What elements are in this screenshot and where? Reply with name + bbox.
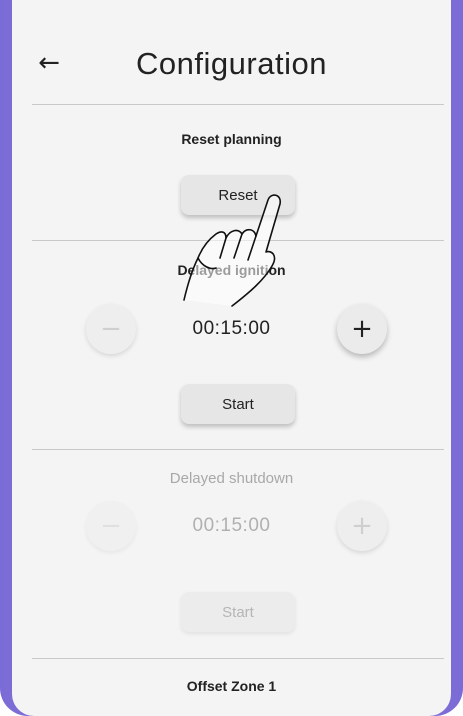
reset-planning-title: Reset planning: [181, 131, 282, 147]
divider: [32, 449, 444, 450]
page-title: Configuration: [136, 46, 327, 81]
divider: [32, 658, 444, 659]
app-screen: ← Configuration Reset planning Reset Del…: [12, 0, 451, 716]
divider: [32, 104, 444, 105]
ignition-start-button[interactable]: Start: [181, 384, 295, 424]
delayed-shutdown-title: Delayed shutdown: [169, 470, 294, 487]
shutdown-plus-button[interactable]: +: [337, 501, 387, 551]
shutdown-start-button[interactable]: Start: [181, 592, 295, 632]
tap-hand-icon: [183, 194, 281, 307]
ignition-plus-button[interactable]: +: [337, 304, 387, 354]
app-header: ← Configuration: [12, 0, 451, 104]
offset-zone-1-title: Offset Zone 1: [186, 678, 277, 694]
